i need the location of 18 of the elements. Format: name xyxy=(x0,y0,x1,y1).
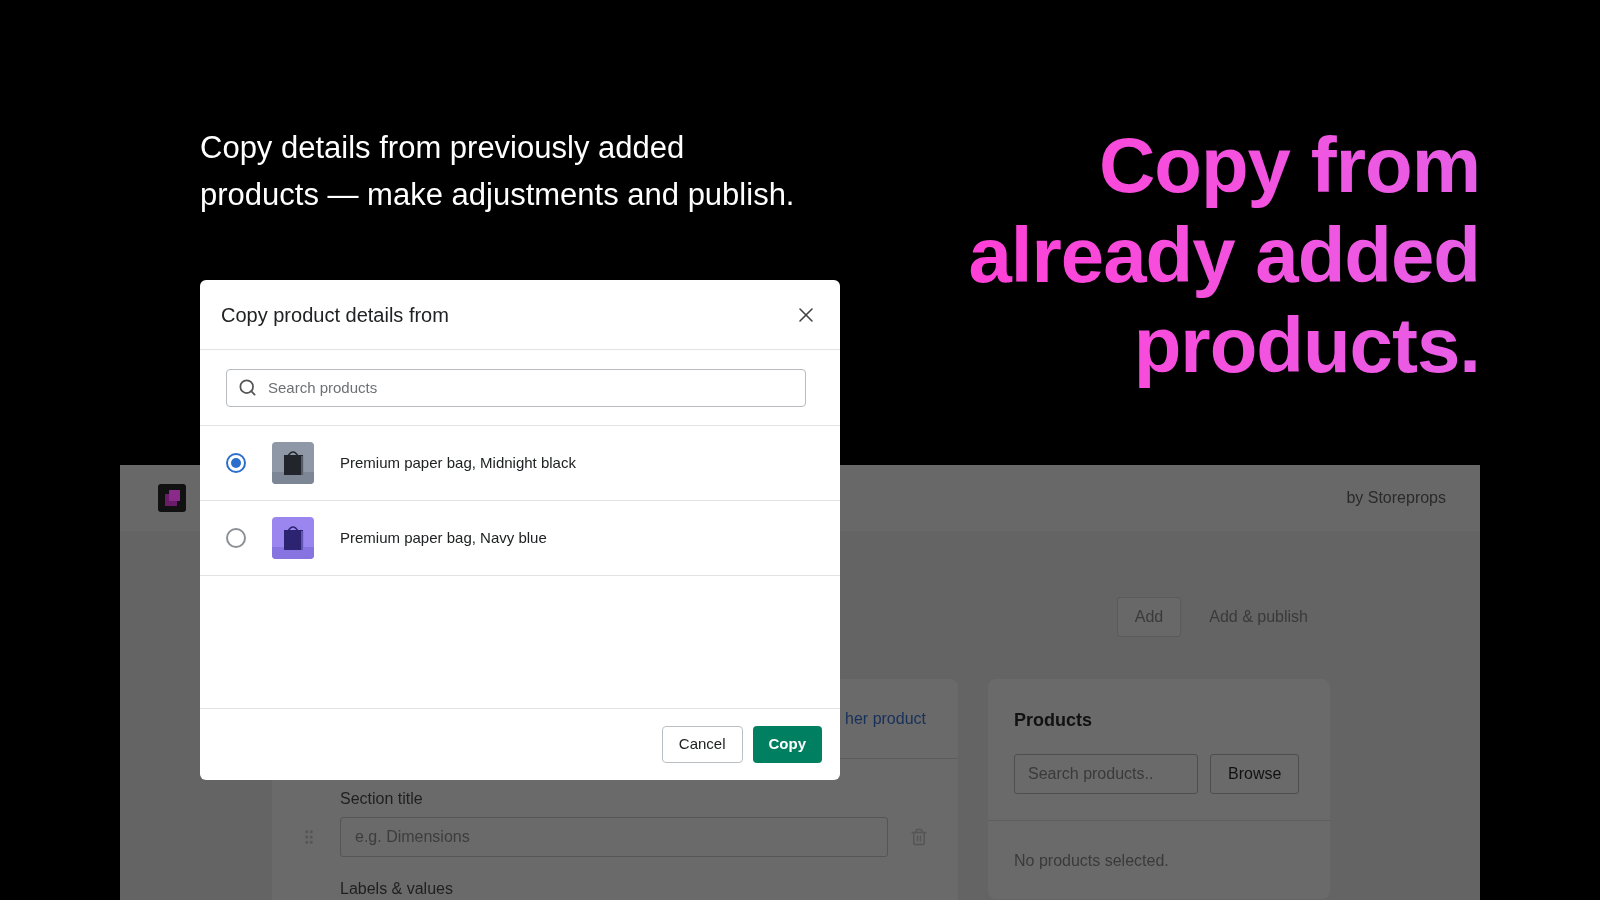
logo-icon xyxy=(158,484,186,512)
products-title: Products xyxy=(1014,709,1092,732)
section-title-label: Section title xyxy=(340,789,423,809)
product-option[interactable]: Premium paper bag, Midnight black xyxy=(200,426,840,501)
product-option[interactable]: Premium paper bag, Navy blue xyxy=(200,501,840,576)
radio-button[interactable] xyxy=(226,528,246,548)
browse-button[interactable]: Browse xyxy=(1210,754,1300,794)
product-name: Premium paper bag, Navy blue xyxy=(340,527,547,548)
vendor-text: by Storeprops xyxy=(1346,488,1446,508)
search-icon xyxy=(238,377,257,397)
labels-values-heading: Labels & values xyxy=(340,879,453,899)
tagline: Copy details from previously added products — make adjustments and publish. xyxy=(200,129,795,214)
product-name: Premium paper bag, Midnight black xyxy=(340,452,576,473)
dialog-search-field[interactable]: Search products xyxy=(226,368,806,407)
copy-button[interactable]: Copy xyxy=(752,726,822,763)
cancel-button[interactable]: Cancel xyxy=(661,726,743,763)
dialog-title: Copy product details from xyxy=(221,302,449,328)
radio-button[interactable] xyxy=(226,453,246,473)
